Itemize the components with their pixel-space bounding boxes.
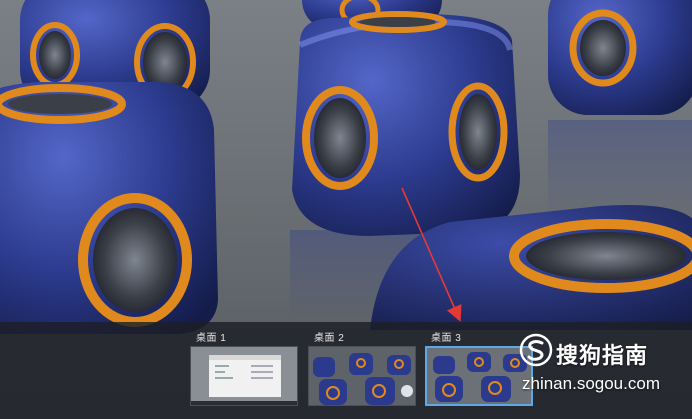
desktop-2-label: 桌面 2: [314, 333, 345, 344]
desktop-2-thumbnail[interactable]: [308, 346, 416, 406]
watermark-url-text: zhinan.sogou.com: [522, 374, 660, 393]
desktop-1-label: 桌面 1: [196, 333, 227, 344]
cube-center: [292, 11, 520, 236]
cube-back-right: [548, 0, 692, 115]
watermark-brand-text: 搜狗指南: [556, 343, 649, 368]
sogou-watermark: 搜狗指南 zhinan.sogou.com: [510, 326, 690, 418]
desktop-3-label: 桌面 3: [431, 333, 462, 344]
cube-front-left: [0, 82, 218, 334]
desktop-1-thumbnail[interactable]: [190, 346, 298, 406]
sogou-s-logo-icon: [519, 333, 553, 367]
desktop-screen: 桌面 1 桌面 2 桌面 3 搜狗指南 zhinan.sogou.com: [0, 0, 692, 419]
